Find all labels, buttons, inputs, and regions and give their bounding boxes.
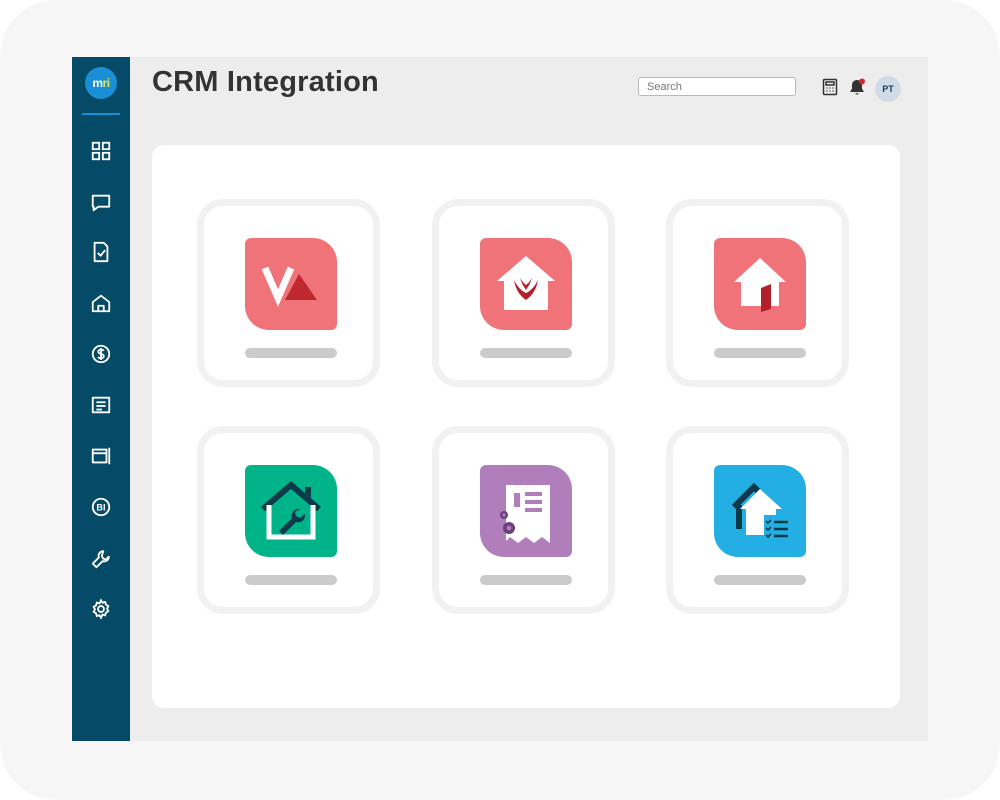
sidebar-item-tasks[interactable] xyxy=(89,240,113,264)
integration-card[interactable] xyxy=(432,199,615,387)
integration-label-placeholder xyxy=(714,348,806,358)
chat-icon xyxy=(91,194,111,212)
bi-text: BI xyxy=(96,503,105,513)
sidebar-item-documents[interactable] xyxy=(89,393,113,417)
integration-label-placeholder xyxy=(480,575,572,585)
notification-dot xyxy=(859,78,865,85)
sidebar-item-dashboard[interactable] xyxy=(89,139,113,163)
sidebar-item-properties[interactable] xyxy=(89,291,113,315)
device-frame: m ri BI CRM Integration Search PT xyxy=(0,0,1000,800)
house-door-icon xyxy=(734,258,786,312)
integration-label-placeholder xyxy=(245,575,337,585)
calculator-icon xyxy=(822,78,838,96)
app-window: m ri BI CRM Integration Search PT xyxy=(72,57,928,741)
property-icon xyxy=(91,294,111,313)
integration-tile xyxy=(480,238,572,330)
integration-tile xyxy=(480,465,572,557)
house-wrench-icon xyxy=(261,481,321,540)
integration-tile xyxy=(245,465,337,557)
avatar[interactable]: PT xyxy=(875,76,901,102)
house-swoosh-icon xyxy=(497,256,555,310)
integration-card[interactable] xyxy=(197,199,380,387)
integration-tile xyxy=(245,238,337,330)
sidebar-item-maintenance[interactable] xyxy=(89,547,113,571)
integration-card[interactable] xyxy=(197,426,380,614)
sidebar-item-reports[interactable] xyxy=(89,444,113,468)
integration-tile xyxy=(714,465,806,557)
reports-icon xyxy=(91,447,111,465)
integration-card[interactable] xyxy=(666,426,849,614)
maintenance-icon xyxy=(91,550,110,569)
page-title: CRM Integration xyxy=(152,66,379,98)
search-input[interactable] xyxy=(638,77,796,96)
sidebar: m ri BI xyxy=(72,57,130,741)
bi-icon: BI xyxy=(91,497,111,517)
logo-text-accent: ri xyxy=(102,76,111,90)
logo-divider xyxy=(82,113,120,115)
sidebar-item-finance[interactable] xyxy=(89,342,113,366)
house-checklist-icon xyxy=(731,482,790,539)
integration-label-placeholder xyxy=(714,575,806,585)
sidebar-item-bi[interactable]: BI xyxy=(89,495,113,519)
integration-card[interactable] xyxy=(666,199,849,387)
notifications-button[interactable] xyxy=(847,77,867,97)
integrations-panel xyxy=(152,145,900,708)
documents-icon xyxy=(91,396,111,414)
integration-tile xyxy=(714,238,806,330)
app-logo[interactable]: m ri xyxy=(85,67,117,99)
finance-icon xyxy=(91,344,111,364)
integration-label-placeholder xyxy=(480,348,572,358)
bell-icon xyxy=(850,78,865,95)
logo-text: m xyxy=(92,76,103,90)
tasks-icon xyxy=(93,241,109,263)
settings-icon xyxy=(92,598,110,620)
integration-label-placeholder xyxy=(245,348,337,358)
sidebar-item-settings[interactable] xyxy=(89,597,113,621)
integration-card[interactable] xyxy=(432,426,615,614)
sidebar-item-messages[interactable] xyxy=(89,191,113,215)
document-gears-icon xyxy=(500,485,550,543)
calculator-button[interactable] xyxy=(820,77,840,97)
va-logo-icon xyxy=(261,266,317,307)
dashboard-icon xyxy=(91,141,111,161)
